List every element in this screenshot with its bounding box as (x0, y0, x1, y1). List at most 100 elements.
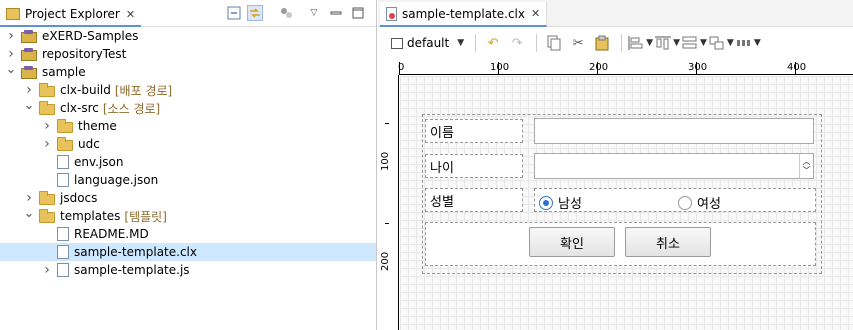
tree-item[interactable]: language.json (0, 171, 376, 189)
chevron-down-icon[interactable]: ⌄ (23, 206, 35, 221)
folder-icon (57, 136, 73, 151)
link-with-editor-icon[interactable] (247, 5, 263, 21)
editor-toolbar: default ▼ ↶ ↷ ✂ ▼ ▼ ▼ ▼ ▼ (378, 29, 853, 57)
ruler-label: 200 (589, 62, 609, 73)
close-icon[interactable]: ✕ (531, 7, 540, 20)
tree-item[interactable]: › clx-build [배포 경로] (0, 81, 376, 99)
copy-icon[interactable] (543, 32, 565, 54)
chevron-down-icon[interactable]: ⌄ (5, 62, 17, 77)
close-icon[interactable]: ✕ (126, 8, 135, 21)
tree-item-label: eXERD-Samples (42, 29, 139, 43)
file-icon (57, 155, 69, 169)
chevron-up-icon[interactable]: ︿ (803, 157, 811, 166)
chevron-down-icon[interactable]: ﹀ (803, 166, 811, 175)
editor-tabbar: sample-template.clx ✕ (378, 0, 853, 27)
collapse-all-icon[interactable] (226, 5, 242, 21)
tree-item-label: README.MD (74, 227, 149, 241)
distribute-icon[interactable]: ▼ (736, 32, 761, 54)
radio-checked-icon (539, 195, 553, 210)
tab-project-explorer[interactable]: Project Explorer ✕ (0, 3, 142, 27)
tree-item-decoration: [템플릿] (124, 209, 167, 224)
spinner[interactable]: ︿ ﹀ (799, 154, 813, 178)
chevron-right-icon[interactable]: › (5, 28, 17, 44)
project-tree: › eXERD-Samples › repositoryTest ⌄ sample › clx… (0, 27, 376, 279)
ruler-label: 0 (398, 62, 405, 73)
paste-icon[interactable] (591, 32, 613, 54)
tab-sample-template-clx[interactable]: sample-template.clx ✕ (380, 2, 548, 27)
editor-tab-label: sample-template.clx (402, 6, 525, 21)
chevron-down-icon: ▼ (700, 38, 707, 48)
chevron-right-icon[interactable]: › (41, 262, 53, 278)
chevron-right-icon[interactable]: › (23, 190, 35, 206)
tree-item-label: clx-build (60, 83, 111, 97)
tree-item[interactable]: › repositoryTest (0, 45, 376, 63)
filter-icon[interactable] (278, 5, 294, 21)
tree-item[interactable]: › sample-template.js (0, 261, 376, 279)
button-container[interactable]: 확인 취소 (425, 222, 816, 266)
tree-item[interactable]: › theme (0, 117, 376, 135)
project-explorer-panel: Project Explorer ✕ ▽ › eXERD-Samples › repo… (0, 0, 377, 330)
ruler-label: 300 (688, 62, 708, 73)
cancel-button[interactable]: 취소 (625, 227, 711, 257)
tree-item[interactable]: › eXERD-Samples (0, 27, 376, 45)
form-container[interactable]: 이름 나이 ︿ ﹀ 성별 남성 여성 확인 취소 (422, 114, 822, 274)
ruler-label: 100 (490, 62, 510, 73)
chevron-down-icon: ▼ (673, 38, 680, 48)
tree-item[interactable]: README.MD (0, 225, 376, 243)
tree-item[interactable]: ⌄ sample (0, 62, 376, 81)
age-label[interactable]: 나이 (425, 154, 523, 178)
ruler-label: 200 (380, 251, 391, 271)
layout-value: default (407, 36, 450, 50)
tree-item-label: theme (78, 119, 117, 133)
chevron-right-icon[interactable]: › (41, 136, 53, 152)
tree-item-decoration: [소스 경로] (102, 101, 161, 116)
name-label[interactable]: 이름 (425, 119, 523, 143)
layout-dropdown[interactable]: default ▼ (388, 32, 467, 54)
tree-item-label: repositoryTest (42, 47, 127, 61)
ok-button[interactable]: 확인 (529, 227, 615, 257)
project-explorer-tabbar: Project Explorer ✕ ▽ (0, 0, 376, 27)
tree-item[interactable]: › udc (0, 135, 376, 153)
age-number-input[interactable]: ︿ ﹀ (534, 153, 814, 179)
chevron-right-icon[interactable]: › (23, 82, 35, 98)
view-menu-icon[interactable]: ▽ (306, 5, 322, 21)
tree-item[interactable]: sample-template.clx (0, 243, 376, 261)
radio-male[interactable]: 남성 (539, 193, 582, 212)
tree-item-label: language.json (74, 173, 159, 187)
name-input[interactable] (534, 118, 814, 144)
cut-icon[interactable]: ✂ (567, 32, 589, 54)
chevron-right-icon[interactable]: › (5, 46, 17, 62)
design-canvas[interactable]: 이름 나이 ︿ ﹀ 성별 남성 여성 확인 취소 (400, 76, 853, 330)
file-icon (57, 173, 69, 187)
redo-icon[interactable]: ↷ (506, 32, 528, 54)
align-top-icon[interactable]: ▼ (655, 32, 680, 54)
chevron-down-icon: ▼ (457, 38, 465, 48)
chevron-right-icon[interactable]: › (41, 118, 53, 134)
tree-item[interactable]: › jsdocs (0, 189, 376, 207)
tree-item[interactable]: ⌄ templates [템플릿] (0, 206, 376, 225)
editor-panel: sample-template.clx ✕ default ▼ ↶ ↷ ✂ ▼ … (378, 0, 853, 330)
maximize-icon[interactable] (350, 5, 366, 21)
ruler-tick (385, 123, 389, 124)
layout-icon (391, 37, 403, 49)
folder-icon (39, 190, 55, 205)
file-icon (57, 227, 69, 241)
match-size-icon[interactable]: ▼ (682, 32, 707, 54)
project-icon (21, 65, 37, 79)
ruler-label: 100 (380, 151, 391, 171)
chevron-down-icon[interactable]: ⌄ (23, 98, 35, 113)
radio-male-label: 남성 (558, 197, 582, 212)
group-icon[interactable]: ▼ (709, 32, 734, 54)
tree-item[interactable]: ⌄ clx-src [소스 경로] (0, 98, 376, 117)
align-left-icon[interactable]: ▼ (628, 32, 653, 54)
minimize-icon[interactable] (328, 5, 344, 21)
undo-icon[interactable]: ↶ (482, 32, 504, 54)
gender-label[interactable]: 성별 (425, 188, 523, 212)
tree-item[interactable]: env.json (0, 153, 376, 171)
gender-radio-group[interactable]: 남성 여성 (534, 188, 816, 212)
radio-female[interactable]: 여성 (678, 193, 721, 212)
